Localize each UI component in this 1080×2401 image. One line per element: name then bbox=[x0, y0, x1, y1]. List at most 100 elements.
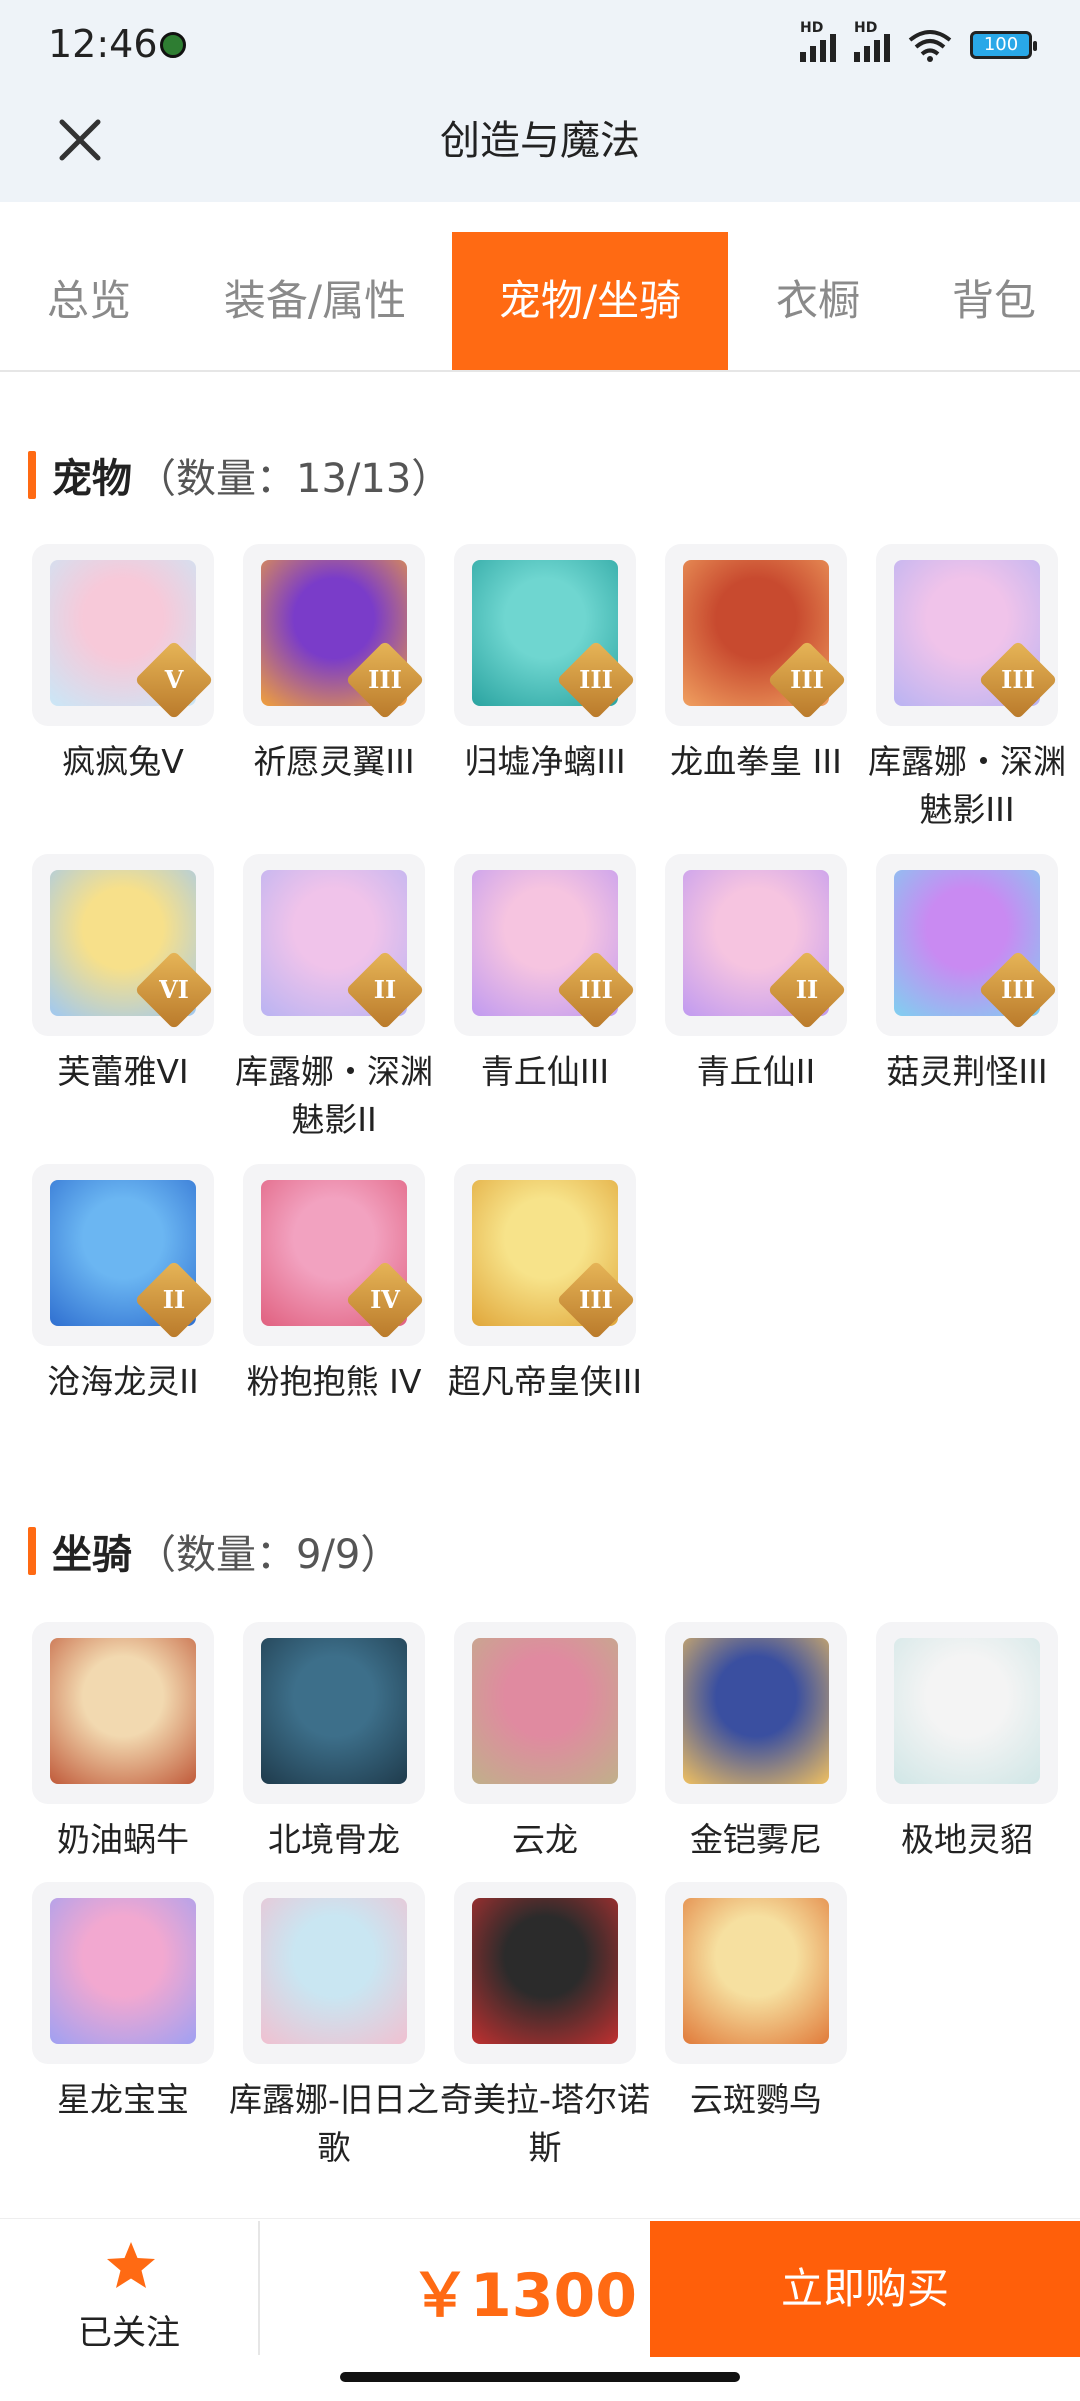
item-thumbnail bbox=[243, 1882, 425, 2064]
rank-badge-icon: III bbox=[556, 640, 636, 720]
item-card[interactable]: 金铠雾尼 bbox=[661, 1622, 851, 1864]
battery-icon: 100 bbox=[970, 31, 1037, 59]
item-card[interactable]: III 库露娜・深渊魅影III bbox=[868, 544, 1066, 834]
item-thumbnail: V bbox=[32, 544, 214, 726]
character-art bbox=[261, 1898, 407, 2044]
item-card[interactable]: II 青丘仙II bbox=[661, 854, 851, 1096]
rank-badge-icon: III bbox=[556, 950, 636, 1030]
item-card[interactable]: III 龙血拳皇 III bbox=[661, 544, 851, 786]
item-thumbnail: III bbox=[876, 544, 1058, 726]
tab-overview[interactable]: 总览 bbox=[0, 232, 178, 370]
item-card[interactable]: 云斑鹦鸟 bbox=[661, 1882, 851, 2124]
status-time: 12:46 bbox=[48, 22, 158, 66]
item-thumbnail: III bbox=[454, 854, 636, 1036]
item-name: 库露娜-旧日之歌 bbox=[229, 2080, 439, 2167]
item-thumbnail: III bbox=[243, 544, 425, 726]
item-name: 奶油蜗牛 bbox=[57, 1820, 189, 1859]
character-art bbox=[50, 1638, 196, 1784]
tab-wardrobe[interactable]: 衣橱 bbox=[728, 232, 908, 370]
item-thumbnail: II bbox=[32, 1164, 214, 1346]
item-thumbnail bbox=[665, 1882, 847, 2064]
character-art bbox=[683, 1898, 829, 2044]
tab-bar: 总览 装备/属性 宠物/坐骑 衣橱 背包 bbox=[0, 232, 1080, 372]
app-header: 12:46 HD HD 100 创造与魔法 bbox=[0, 0, 1080, 202]
item-name: 粉抱抱熊 IV bbox=[246, 1362, 422, 1401]
item-thumbnail: II bbox=[243, 854, 425, 1036]
item-card[interactable]: 奶油蜗牛 bbox=[28, 1622, 218, 1864]
item-card[interactable]: 奇美拉-塔尔诺斯 bbox=[440, 1882, 650, 2172]
follow-button[interactable]: 已关注 bbox=[0, 2219, 258, 2359]
item-card[interactable]: VI 芙蕾雅VI bbox=[28, 854, 218, 1096]
divider bbox=[258, 2221, 260, 2355]
item-name: 青丘仙II bbox=[696, 1052, 816, 1091]
item-card[interactable]: IV 粉抱抱熊 IV bbox=[239, 1164, 429, 1406]
section-title: 宠物 bbox=[52, 456, 132, 502]
tab-backpack[interactable]: 背包 bbox=[908, 232, 1080, 370]
star-icon bbox=[107, 2242, 155, 2288]
item-card[interactable]: 星龙宝宝 bbox=[28, 1882, 218, 2124]
section-marker bbox=[28, 1527, 36, 1575]
item-name: 芙蕾雅VI bbox=[57, 1052, 189, 1091]
rank-badge-icon: II bbox=[767, 950, 847, 1030]
notification-dot-icon bbox=[160, 32, 186, 58]
page-title: 创造与魔法 bbox=[440, 118, 640, 164]
character-art bbox=[50, 1898, 196, 2044]
item-thumbnail bbox=[454, 1882, 636, 2064]
item-thumbnail bbox=[32, 1622, 214, 1804]
character-art bbox=[472, 1638, 618, 1784]
rank-badge-icon: III bbox=[767, 640, 847, 720]
price: ￥1300 bbox=[410, 2261, 637, 2331]
tab-equipment[interactable]: 装备/属性 bbox=[178, 232, 452, 370]
item-thumbnail: IV bbox=[243, 1164, 425, 1346]
character-art bbox=[894, 1638, 1040, 1784]
rank-badge-icon: III bbox=[978, 640, 1058, 720]
item-name: 库露娜・深渊魅影II bbox=[235, 1052, 433, 1139]
item-name: 云龙 bbox=[512, 1820, 578, 1859]
item-card[interactable]: 库露娜-旧日之歌 bbox=[229, 1882, 439, 2172]
rank-badge-icon: V bbox=[134, 640, 214, 720]
item-card[interactable]: 北境骨龙 bbox=[239, 1622, 429, 1864]
item-thumbnail bbox=[454, 1622, 636, 1804]
item-card[interactable]: II 沧海龙灵II bbox=[28, 1164, 218, 1406]
item-card[interactable]: III 菇灵荆怪III bbox=[872, 854, 1062, 1096]
item-name: 疯疯兔V bbox=[62, 742, 184, 781]
character-art bbox=[472, 1898, 618, 2044]
follow-label: 已关注 bbox=[78, 2313, 180, 2353]
character-art bbox=[683, 1638, 829, 1784]
item-name: 菇灵荆怪III bbox=[886, 1052, 1048, 1091]
rank-badge-icon: III bbox=[978, 950, 1058, 1030]
item-card[interactable]: II 库露娜・深渊魅影II bbox=[235, 854, 433, 1144]
section-count: （数量：9/9） bbox=[136, 1532, 401, 1578]
item-name: 超凡帝皇侠III bbox=[447, 1362, 643, 1401]
item-thumbnail: II bbox=[665, 854, 847, 1036]
item-card[interactable]: III 超凡帝皇侠III bbox=[448, 1164, 642, 1406]
item-card[interactable]: 云龙 bbox=[450, 1622, 640, 1864]
buy-now-button[interactable]: 立即购买 bbox=[650, 2221, 1080, 2357]
item-name: 归墟净螭III bbox=[464, 742, 626, 781]
status-indicators: HD HD 100 bbox=[800, 20, 1037, 62]
item-card[interactable]: III 祈愿灵翼III bbox=[239, 544, 429, 786]
item-card[interactable]: III 归墟净螭III bbox=[450, 544, 640, 786]
section-title: 坐骑 bbox=[52, 1532, 132, 1578]
signal-icon: HD bbox=[854, 20, 890, 62]
rank-badge-icon: IV bbox=[345, 1260, 425, 1340]
item-thumbnail: III bbox=[454, 1164, 636, 1346]
item-card[interactable]: 极地灵貂 bbox=[872, 1622, 1062, 1864]
item-thumbnail: III bbox=[454, 544, 636, 726]
item-name: 云斑鹦鸟 bbox=[690, 2080, 822, 2119]
item-card[interactable]: V 疯疯兔V bbox=[28, 544, 218, 786]
tab-pets-mounts[interactable]: 宠物/坐骑 bbox=[452, 232, 728, 370]
item-card[interactable]: III 青丘仙III bbox=[450, 854, 640, 1096]
signal-icon: HD bbox=[800, 20, 836, 62]
item-thumbnail bbox=[243, 1622, 425, 1804]
rank-badge-icon: II bbox=[134, 1260, 214, 1340]
item-thumbnail: VI bbox=[32, 854, 214, 1036]
home-indicator[interactable] bbox=[340, 2372, 740, 2382]
item-thumbnail bbox=[876, 1622, 1058, 1804]
item-thumbnail: III bbox=[665, 544, 847, 726]
wifi-icon bbox=[908, 30, 952, 62]
mounts-section-header: 坐骑 （数量：9/9） bbox=[28, 1526, 400, 1578]
item-name: 金铠雾尼 bbox=[690, 1820, 822, 1859]
item-thumbnail bbox=[665, 1622, 847, 1804]
item-name: 沧海龙灵II bbox=[47, 1362, 199, 1401]
